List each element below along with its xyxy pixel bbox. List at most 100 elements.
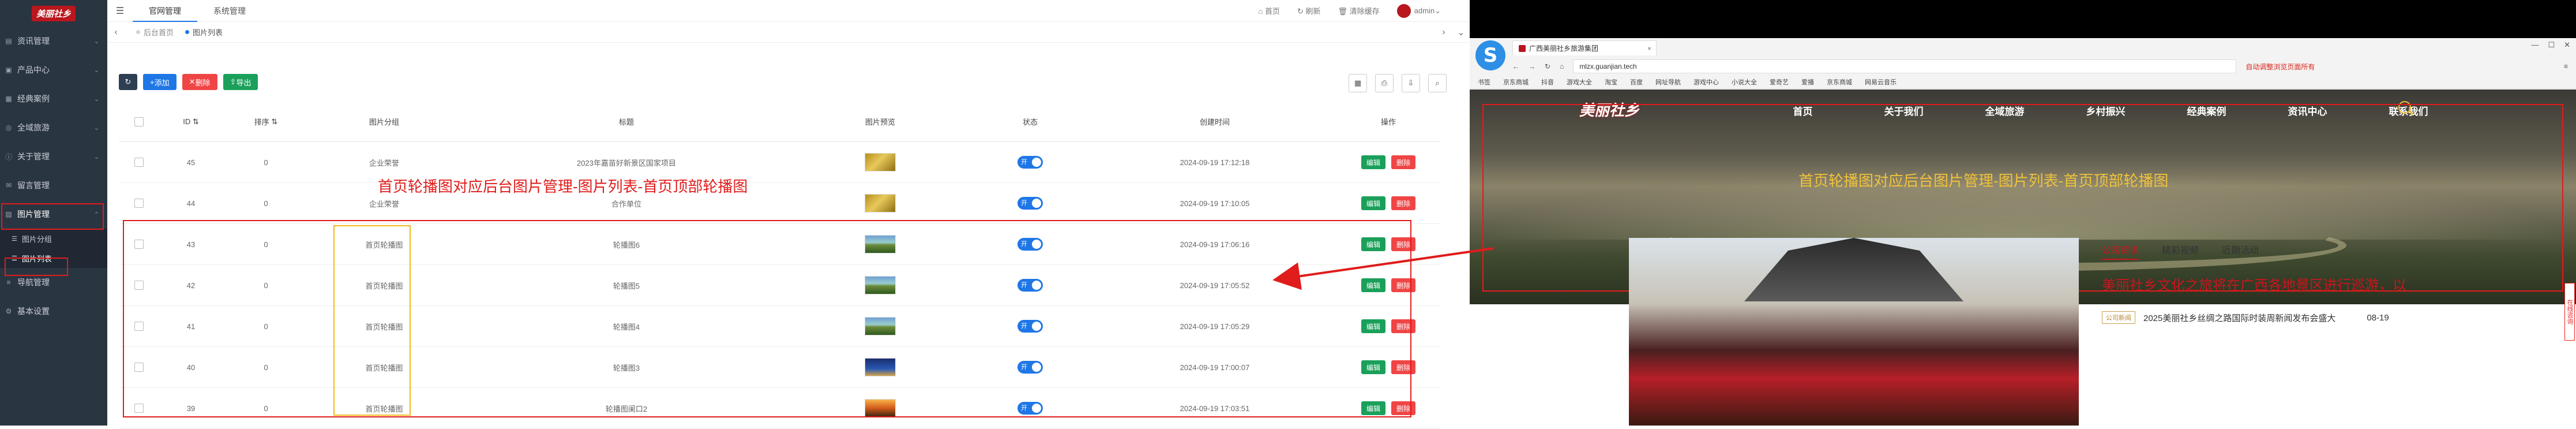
bookmark-item[interactable]: 爱奇艺 xyxy=(1770,77,1789,87)
add-button[interactable]: + 添加 xyxy=(143,74,177,90)
search-icon[interactable]: ⌕ xyxy=(1428,74,1447,92)
sidebar-item-about[interactable]: ⓘ 关于管理 ⌄ xyxy=(0,142,107,171)
sidebar-item-products[interactable]: ▣ 产品中心 ⌄ xyxy=(0,55,107,84)
export-icon[interactable]: ⇩ xyxy=(1402,74,1420,92)
bookmark-item[interactable]: 京东商城 xyxy=(1827,77,1852,87)
back-icon[interactable]: ← xyxy=(1512,62,1519,70)
news-item[interactable]: 公司新闻 2025美丽社乡丝绸之路国际时装周新闻发布会盛大 08-19 xyxy=(2102,311,2563,324)
bookmark-item[interactable]: 抖音 xyxy=(1541,77,1554,87)
list-icon: ☰ xyxy=(12,235,17,243)
promo-link[interactable]: 自动调整浏览页面所有 xyxy=(2245,62,2315,72)
row-checkbox[interactable] xyxy=(134,158,144,167)
sidebar-subitem-image-groups[interactable]: ☰ 图片分组 xyxy=(0,229,107,248)
cell-id: 45 xyxy=(186,158,196,167)
black-bar xyxy=(1470,0,2576,38)
sidebar-item-messages[interactable]: ✉ 留言管理 xyxy=(0,171,107,200)
menu-icon[interactable]: ≡ xyxy=(2564,62,2568,70)
delete-row-button[interactable]: 删除 xyxy=(1391,155,1416,169)
header-sort[interactable]: 排序 ⇅ xyxy=(223,116,309,127)
chevron-down-icon[interactable]: ⌄ xyxy=(1452,27,1470,38)
website: 美丽社乡 首页 关于我们 全域旅游 乡村振兴 经典案例 资讯中心 联系我们 首页轮播图对应后… xyxy=(1470,89,2576,426)
sidebar-item-news[interactable]: ▤ 资讯管理 ⌄ xyxy=(0,27,107,55)
bookmark-item[interactable]: 游戏大全 xyxy=(1567,77,1592,87)
pavilion-roof xyxy=(1744,238,1963,301)
bookmark-item[interactable]: 淘宝 xyxy=(1605,77,1617,87)
url-field[interactable]: mlzx.guanjian.tech xyxy=(1573,59,2237,73)
table-header: ID ⇅ 排序 ⇅ 图片分组 标题 图片预览 状态 创建时间 操作 xyxy=(119,102,1441,142)
chevron-left-icon[interactable]: ‹ xyxy=(107,27,125,37)
refresh-link[interactable]: ↻ 刷新 xyxy=(1297,5,1321,16)
home-link[interactable]: ⌂ 首页 xyxy=(1259,5,1280,16)
box-icon: ▣ xyxy=(5,66,12,74)
page-tab-image-list[interactable]: 图片列表 xyxy=(185,27,223,38)
bookmark-item[interactable]: 百度 xyxy=(1630,77,1643,87)
tab-videos[interactable]: 精彩视频 xyxy=(2162,243,2199,260)
bookmark-item[interactable]: 游戏中心 xyxy=(1693,77,1719,87)
highlight-category-column xyxy=(333,225,411,416)
bookmark-item[interactable]: 小说大全 xyxy=(1732,77,1757,87)
clear-cache-link[interactable]: 🗑 清除缓存 xyxy=(1338,5,1380,16)
chevron-down-icon: ⌄ xyxy=(93,124,99,132)
close-icon[interactable]: × xyxy=(1647,44,1651,53)
message-icon: ✉ xyxy=(5,181,12,189)
chevron-down-icon: ⌄ xyxy=(93,66,99,74)
news-badge: 公司新闻 xyxy=(2102,311,2135,324)
chevron-right-icon[interactable]: › xyxy=(1435,27,1452,37)
highlight-carousel-rows xyxy=(123,220,1411,417)
tab-events[interactable]: 近期活动 xyxy=(2222,243,2259,260)
row-checkbox[interactable] xyxy=(134,199,144,208)
admin-annotation: 首页轮播图对应后台图片管理-图片列表-首页顶部轮播图 xyxy=(378,178,748,195)
cell-title: 2023年嘉苗好新景区国家项目 xyxy=(577,158,676,167)
status-toggle[interactable]: 开 xyxy=(1017,156,1043,169)
tab-site-admin[interactable]: 官网管理 xyxy=(133,0,197,22)
image-preview[interactable] xyxy=(865,153,896,171)
maximize-icon[interactable]: ☐ xyxy=(2548,40,2555,50)
admin-logo[interactable]: 美丽社乡 xyxy=(0,0,107,27)
page-tab-home[interactable]: 后台首页 xyxy=(136,27,174,38)
chevron-down-icon: ⌄ xyxy=(93,38,99,45)
edit-button[interactable]: 编辑 xyxy=(1361,155,1385,169)
bookmark-item[interactable]: 网易云音乐 xyxy=(1865,77,1897,87)
table-row: 44 0 企业荣誉 合作单位 开 2024-09-19 17:10:05 编辑 删除 xyxy=(119,183,1441,224)
print-icon[interactable]: ⎙ xyxy=(1375,74,1394,92)
image-preview[interactable] xyxy=(865,194,896,212)
news-section: 公司资讯 精彩视频 近期活动 美丽社乡文化之旅将在广西各地景区进行巡游，以 公司… xyxy=(2102,243,2563,324)
news-item-title: 2025美丽社乡丝绸之路国际时装周新闻发布会盛大 xyxy=(2143,313,2336,323)
delete-row-button[interactable]: 删除 xyxy=(1391,196,1416,210)
close-window-icon[interactable]: ✕ xyxy=(2564,40,2570,50)
status-toggle[interactable]: 开 xyxy=(1017,197,1043,210)
header-actions: 操作 xyxy=(1380,118,1396,126)
tab-company-news[interactable]: 公司资讯 xyxy=(2102,243,2139,260)
select-all-checkbox[interactable] xyxy=(134,117,144,126)
export-button[interactable]: ⇪ 导出 xyxy=(223,74,258,90)
bookmark-item[interactable]: 爱播 xyxy=(1801,77,1814,87)
minimize-icon[interactable]: — xyxy=(2531,40,2539,50)
news-headline[interactable]: 美丽社乡文化之旅将在广西各地景区进行巡游，以 xyxy=(2102,274,2563,294)
tab-system-admin[interactable]: 系统管理 xyxy=(197,0,262,22)
header-id[interactable]: ID ⇅ xyxy=(159,117,223,126)
sidebar-item-settings[interactable]: ⚙ 基本设置 xyxy=(0,297,107,326)
admin-panel: 美丽社乡 ▤ 资讯管理 ⌄ ▣ 产品中心 ⌄ ▦ 经典案例 ⌄ ◎ 全域旅游 ⌄ ⓘ 关于管理 ⌄ … xyxy=(0,0,1470,429)
window-controls: — ☐ ✕ xyxy=(2531,40,2570,50)
bookmark-item[interactable]: 京东商城 xyxy=(1503,77,1529,87)
sidebar-item-cases[interactable]: ▦ 经典案例 ⌄ xyxy=(0,84,107,113)
browser-tab[interactable]: 广西美丽社乡旅游集团 × xyxy=(1512,40,1657,55)
refresh-button[interactable]: ↻ xyxy=(119,74,137,90)
menu-toggle-icon[interactable]: ☰ xyxy=(107,5,133,17)
dot-icon xyxy=(136,30,140,34)
dot-icon xyxy=(185,30,190,34)
user-menu[interactable]: admin ⌄ xyxy=(1396,3,1441,18)
bookmarks-bar: 书签 京东商城 抖音 游戏大全 淘宝 百度 网址导航 游戏中心 小说大全 爱奇艺 爱播 京东商城 网易云… xyxy=(1478,77,1897,87)
online-consult-tab[interactable]: 在线咨询 xyxy=(2564,283,2575,341)
reload-icon[interactable]: ↻ xyxy=(1545,62,1550,70)
bookmark-item[interactable]: 书签 xyxy=(1478,77,1490,87)
news-image[interactable] xyxy=(1629,238,2079,426)
bookmark-item[interactable]: 网址导航 xyxy=(1655,77,1681,87)
news-tabs: 公司资讯 精彩视频 近期活动 xyxy=(2102,243,2563,260)
home-icon[interactable]: ⌂ xyxy=(1560,62,1564,70)
edit-button[interactable]: 编辑 xyxy=(1361,196,1385,210)
columns-icon[interactable]: ▦ xyxy=(1349,74,1367,92)
sidebar-item-tourism[interactable]: ◎ 全域旅游 ⌄ xyxy=(0,113,107,142)
forward-icon[interactable]: → xyxy=(1529,62,1535,70)
delete-button[interactable]: ✕ 删除 xyxy=(182,74,217,90)
